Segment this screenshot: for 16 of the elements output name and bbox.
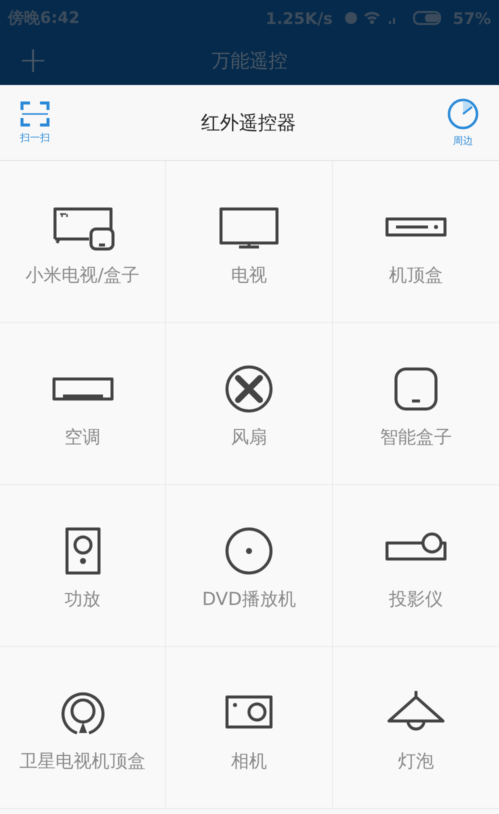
battery-icon [412,11,443,25]
app-title: 万能遥控 [212,48,288,74]
device-tile[interactable]: 功放 [0,485,166,647]
device-tile[interactable]: 相机 [166,647,333,809]
scan-icon [20,100,50,126]
device-tile[interactable]: 风扇 [166,323,333,485]
add-button[interactable]: + [18,42,48,78]
device-tile[interactable]: 小米电视/盒子 [0,161,166,323]
device-tile[interactable]: DVD播放机 [166,485,333,647]
radar-icon [447,98,479,130]
device-tile[interactable]: 电视 [166,161,333,323]
nearby-button[interactable]: 周边 [447,98,479,148]
device-tile[interactable]: 卫星电视机顶盒 [0,647,166,809]
scan-button[interactable]: 扫一扫 [20,100,50,144]
page-title: 红外遥控器 [201,110,296,136]
device-tile[interactable]: 空调 [0,323,166,485]
